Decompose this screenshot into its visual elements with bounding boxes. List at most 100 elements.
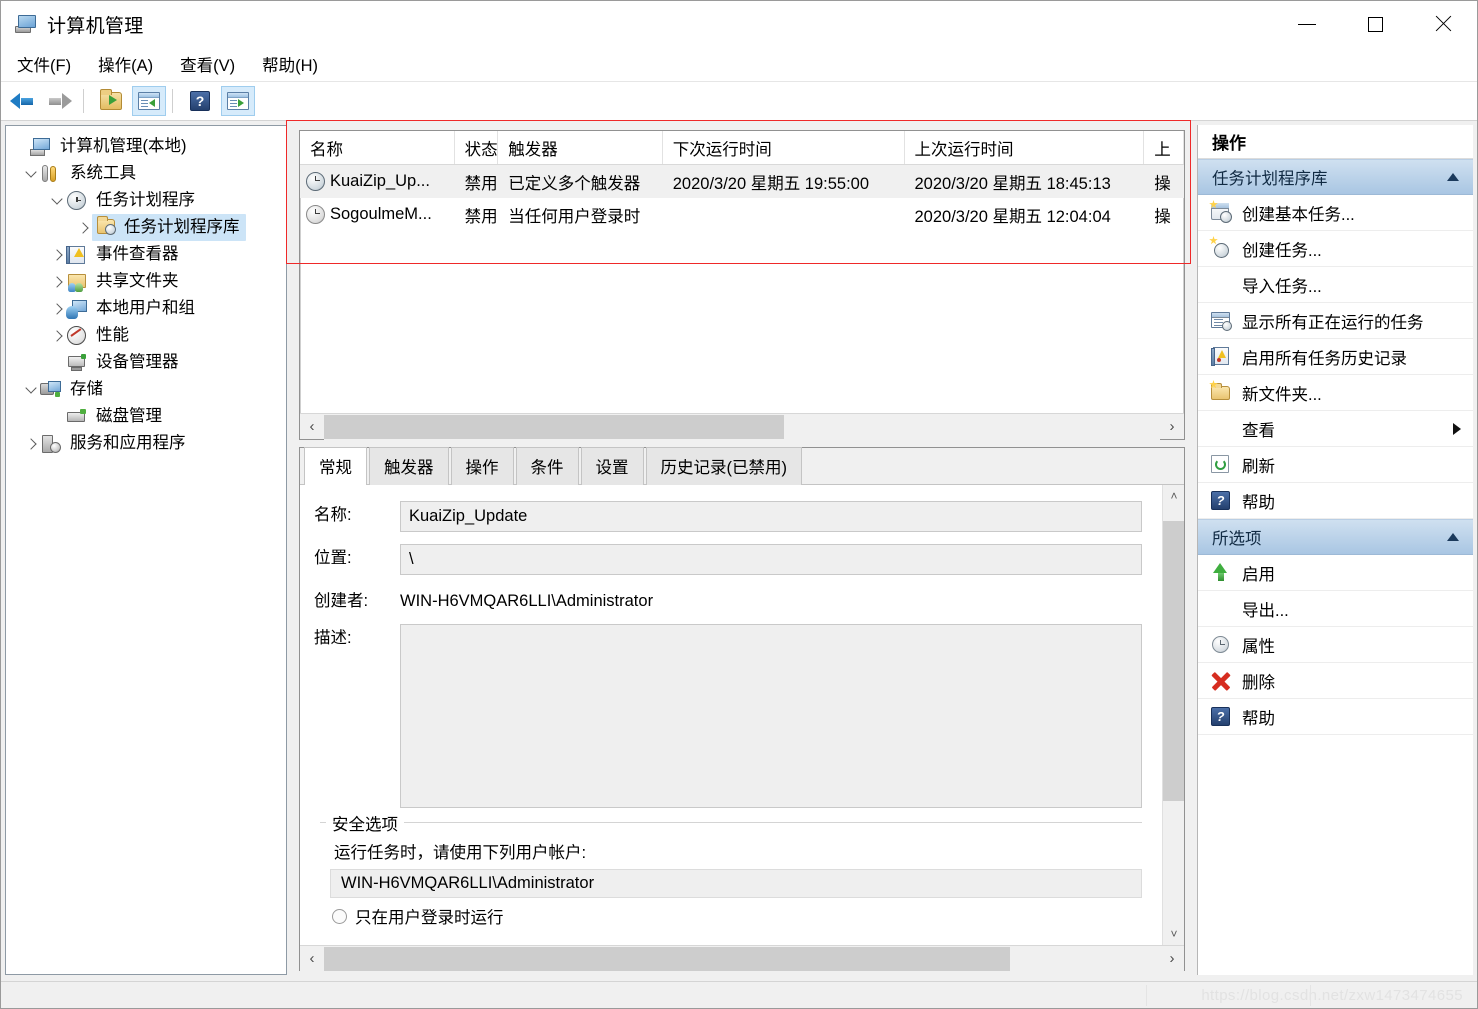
action-properties[interactable]: 属性 <box>1198 627 1473 663</box>
menu-bar: 文件(F) 操作(A) 查看(V) 帮助(H) <box>1 47 1477 82</box>
action-refresh[interactable]: 刷新 <box>1198 447 1473 483</box>
computer-management-icon <box>15 13 37 35</box>
action-create-basic-task[interactable]: 创建基本任务... <box>1198 195 1473 231</box>
scroll-thumb[interactable] <box>324 414 784 439</box>
action-help-selected[interactable]: ? 帮助 <box>1198 699 1473 735</box>
up-folder-button[interactable] <box>94 86 128 116</box>
close-button[interactable] <box>1409 1 1477 47</box>
action-export[interactable]: 导出... <box>1198 591 1473 627</box>
run-as-account-field[interactable]: WIN-H6VMQAR6LLI\Administrator <box>330 869 1142 898</box>
sidebar-item-system-tools[interactable]: 系统工具 <box>6 160 286 187</box>
radio-button-icon[interactable] <box>332 908 347 924</box>
sidebar-item-shared-folders[interactable]: 共享文件夹 <box>6 268 286 295</box>
toolbar-separator-2 <box>172 89 173 113</box>
expander-task-scheduler[interactable] <box>48 187 66 214</box>
action-help[interactable]: ? 帮助 <box>1198 483 1473 519</box>
sidebar-item-computer-management[interactable]: 计算机管理(本地) <box>6 133 286 160</box>
menu-action[interactable]: 操作(A) <box>87 49 164 79</box>
location-field[interactable]: \ <box>400 544 1142 575</box>
radio-only-when-logged-on[interactable]: 只在用户登录时运行 <box>320 898 1142 928</box>
scroll-down-arrow-icon[interactable]: ˅ <box>1163 923 1184 945</box>
expander-performance[interactable] <box>48 322 66 349</box>
sidebar-item-disk-management[interactable]: 磁盘管理 <box>6 403 286 430</box>
tab-general[interactable]: 常规 <box>304 447 367 485</box>
sidebar-item-services-applications[interactable]: 服务和应用程序 <box>6 430 286 457</box>
column-header-triggers[interactable]: 触发器 <box>498 131 663 164</box>
scroll-right-arrow-icon[interactable]: › <box>1160 414 1184 440</box>
expander-shared-folders[interactable] <box>48 268 66 295</box>
action-view[interactable]: 查看 <box>1198 411 1473 447</box>
expander-system-tools[interactable] <box>22 160 40 187</box>
minimize-button[interactable] <box>1273 1 1341 47</box>
scroll-up-arrow-icon[interactable]: ˄ <box>1163 485 1184 507</box>
description-field[interactable] <box>400 624 1142 808</box>
action-enable-all-task-history[interactable]: 启用所有任务历史记录 <box>1198 339 1473 375</box>
expander-storage[interactable] <box>22 376 40 403</box>
action-label: 启用 <box>1242 565 1275 584</box>
detail-vertical-scrollbar[interactable]: ˄ ˅ <box>1162 485 1184 945</box>
action-new-folder[interactable]: 新文件夹... <box>1198 375 1473 411</box>
collapse-up-icon[interactable] <box>1447 173 1459 181</box>
tab-actions[interactable]: 操作 <box>450 447 514 485</box>
scroll-thumb[interactable] <box>324 946 1010 971</box>
scroll-right-arrow-icon[interactable]: › <box>1160 946 1184 972</box>
sidebar-item-event-viewer[interactable]: 事件查看器 <box>6 241 286 268</box>
sidebar-item-task-scheduler[interactable]: 任务计划程序 <box>6 187 286 214</box>
help-icon: ? <box>1210 490 1232 511</box>
help-button[interactable]: ? <box>183 86 217 116</box>
detail-horizontal-scrollbar[interactable]: ‹ › <box>300 945 1184 971</box>
enable-task-history-icon <box>1210 346 1232 367</box>
expander-none-device-manager <box>48 349 66 376</box>
menu-help[interactable]: 帮助(H) <box>251 49 329 79</box>
expander-local-users-groups[interactable] <box>48 295 66 322</box>
sidebar-item-device-manager[interactable]: 设备管理器 <box>6 349 286 376</box>
console-tree: 计算机管理(本地) 系统工具 任务计划程序 任务计划程序库 事件查看器 共享文件… <box>6 126 286 457</box>
show-hide-action-pane-button[interactable] <box>221 86 255 116</box>
refresh-icon <box>1210 454 1232 475</box>
task-list-horizontal-scrollbar[interactable]: ‹ › <box>300 413 1184 440</box>
back-button[interactable] <box>5 86 39 116</box>
column-header-next-run[interactable]: 下次运行时间 <box>663 131 905 164</box>
table-row[interactable]: KuaiZip_Up... 禁用 已定义多个触发器 2020/3/20 星期五 … <box>300 165 1184 198</box>
maximize-button[interactable] <box>1341 1 1409 47</box>
scroll-left-arrow-icon[interactable]: ‹ <box>300 414 324 440</box>
column-header-last-result[interactable]: 上 <box>1144 131 1185 164</box>
tab-settings[interactable]: 设置 <box>580 447 644 485</box>
menu-view[interactable]: 查看(V) <box>169 49 246 79</box>
security-prompt: 运行任务时，请使用下列用户帐户: <box>334 844 587 862</box>
column-header-last-run[interactable]: 上次运行时间 <box>905 131 1145 164</box>
tab-history[interactable]: 历史记录(已禁用) <box>645 447 802 485</box>
sidebar-item-performance[interactable]: 性能 <box>6 322 286 349</box>
column-header-name[interactable]: 名称 <box>300 131 455 164</box>
action-enable[interactable]: 启用 <box>1198 555 1473 591</box>
collapse-up-icon[interactable] <box>1447 533 1459 541</box>
sidebar-item-storage[interactable]: 存储 <box>6 376 286 403</box>
scroll-left-arrow-icon[interactable]: ‹ <box>300 946 324 972</box>
actions-group-task-scheduler-library[interactable]: 任务计划程序库 <box>1198 159 1473 195</box>
scroll-track[interactable] <box>324 945 1160 971</box>
action-import-task[interactable]: 导入任务... <box>1198 267 1473 303</box>
action-delete[interactable]: 删除 <box>1198 663 1473 699</box>
show-hide-console-tree-button[interactable] <box>132 86 166 116</box>
location-field-label: 位置: <box>314 549 352 567</box>
cell-trigger: 已定义多个触发器 <box>508 174 641 193</box>
tab-triggers[interactable]: 触发器 <box>369 447 449 485</box>
forward-button[interactable] <box>43 86 77 116</box>
action-create-task[interactable]: 创建任务... <box>1198 231 1473 267</box>
sidebar-item-local-users-groups[interactable]: 本地用户和组 <box>6 295 286 322</box>
name-field[interactable]: KuaiZip_Update <box>400 501 1142 532</box>
table-row[interactable]: SogoulmeM... 禁用 当任何用户登录时 2020/3/20 星期五 1… <box>300 198 1184 231</box>
scroll-thumb-vertical[interactable] <box>1163 521 1184 801</box>
actions-group-selected-item[interactable]: 所选项 <box>1198 519 1473 555</box>
expander-services[interactable] <box>22 430 40 457</box>
action-show-running-tasks[interactable]: 显示所有正在运行的任务 <box>1198 303 1473 339</box>
menu-file[interactable]: 文件(F) <box>6 49 82 79</box>
column-header-status[interactable]: 状态 <box>455 131 499 164</box>
sidebar-item-label: 存储 <box>70 379 103 398</box>
action-label: 启用所有任务历史记录 <box>1242 349 1407 368</box>
sidebar-item-task-scheduler-library[interactable]: 任务计划程序库 <box>6 214 286 241</box>
scroll-track[interactable] <box>324 413 1160 440</box>
expander-task-scheduler-library[interactable] <box>74 214 92 241</box>
expander-event-viewer[interactable] <box>48 241 66 268</box>
tab-conditions[interactable]: 条件 <box>515 447 579 485</box>
